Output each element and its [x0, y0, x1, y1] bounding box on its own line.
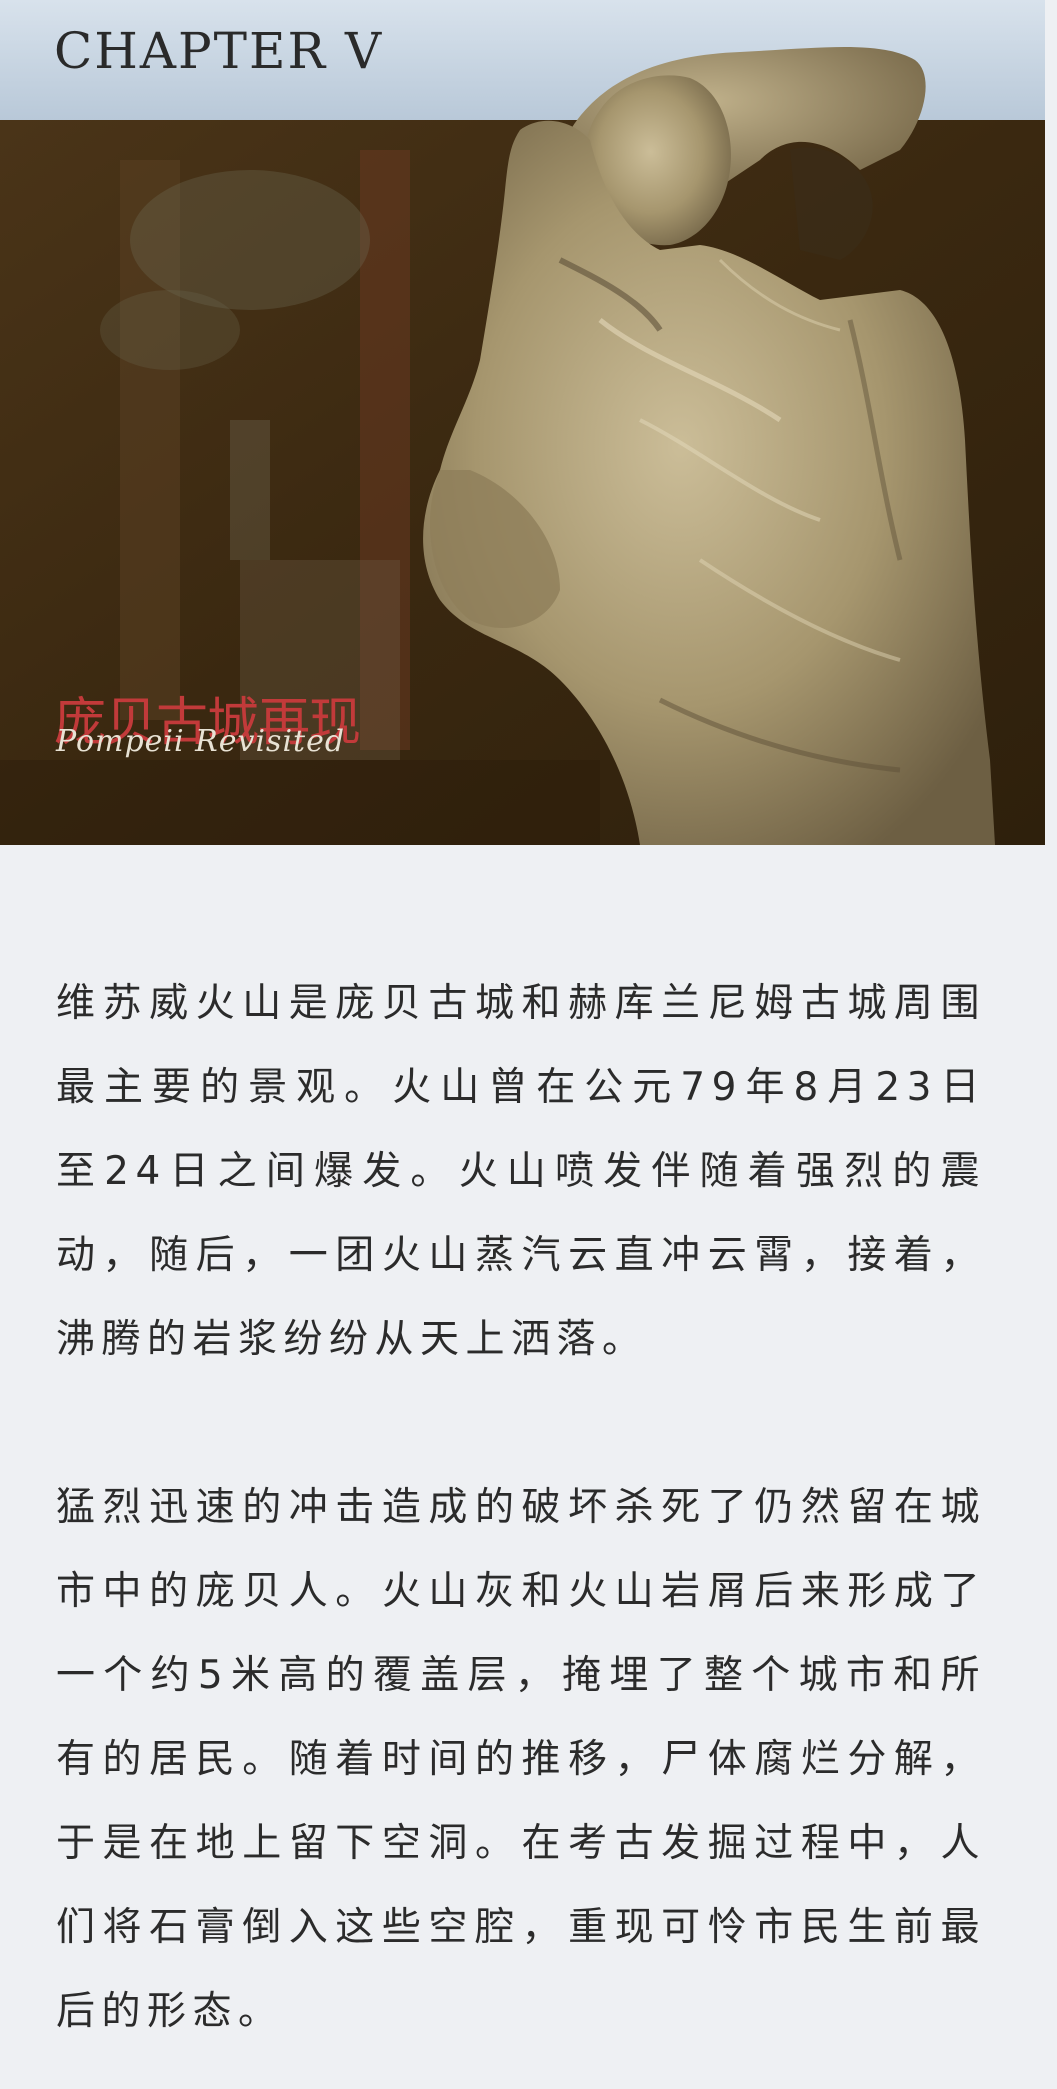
hero-banner: CHAPTER V 庞贝古城再现 Pompeii Revisited [0, 0, 1045, 845]
article-body: 维苏威火山是庞贝古城和赫库兰尼姆古城周围最主要的景观。火山曾在公元79年8月23… [56, 962, 986, 2054]
paragraph-plaster-casts: 猛烈迅速的冲击造成的破坏杀死了仍然留在城市中的庞贝人。火山灰和火山岩屑后来形成了… [56, 1485, 986, 2034]
chapter-title: CHAPTER V [54, 22, 384, 80]
paragraph-eruption: 维苏威火山是庞贝古城和赫库兰尼姆古城周围最主要的景观。火山曾在公元79年8月23… [56, 981, 986, 1362]
film-subtitle: Pompeii Revisited [56, 724, 346, 759]
